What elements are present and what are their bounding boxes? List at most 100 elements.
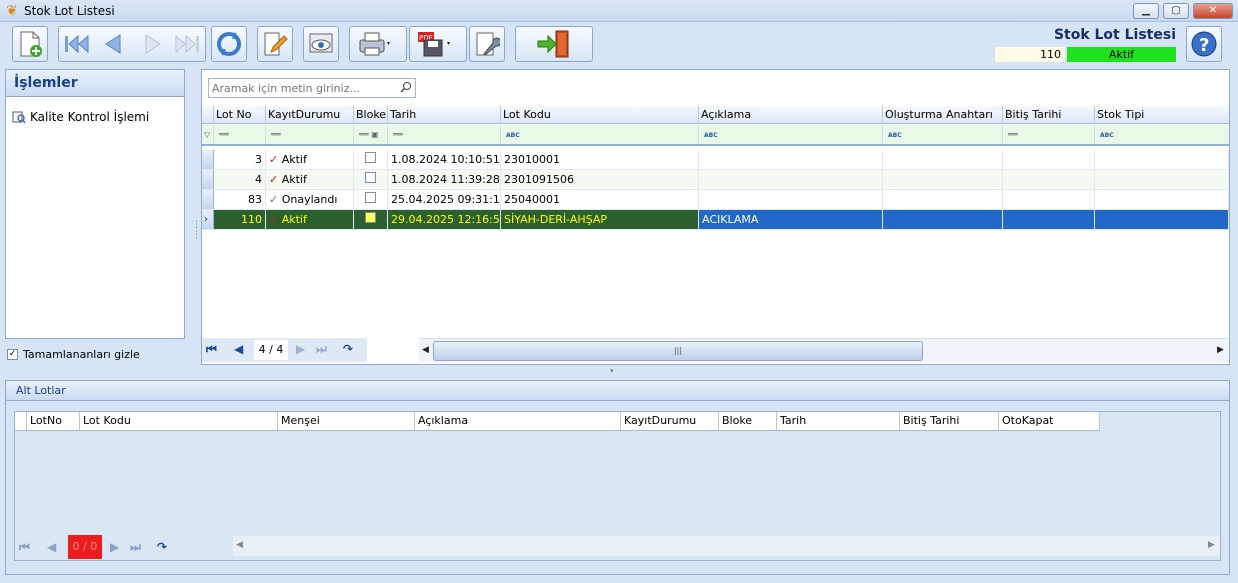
last-record-icon[interactable]: ⏭ [316, 342, 327, 357]
table-row-selected[interactable]: › 110 ✓ Aktif 29.04.2025 12:16:59 SİYAH-… [202, 210, 1229, 230]
refresh-icon [217, 32, 241, 56]
col-mensei[interactable]: Menşei [278, 412, 415, 430]
previous-record-icon[interactable] [100, 32, 126, 59]
search-icon[interactable] [400, 81, 412, 96]
new-document-icon [20, 31, 42, 57]
cell-stok-tipi [1095, 150, 1229, 169]
cell-tarih: 25.04.2025 09:31:13 [388, 190, 501, 209]
cell-stok-tipi [1095, 190, 1229, 209]
cell-bloke [354, 170, 388, 189]
grid-navigator: ⏮ ◀ 4 / 4 ▶ ⏭ ↷ [202, 338, 367, 362]
first-record-icon[interactable]: ⏮ [206, 342, 217, 357]
scroll-thumb[interactable]: ||| [433, 341, 923, 361]
row-selector[interactable] [202, 170, 214, 189]
filter-equals-icon[interactable]: ══ [388, 125, 501, 144]
scroll-left-icon[interactable]: ◀ [236, 540, 243, 550]
col-aciklama[interactable]: Açıklama [415, 412, 621, 430]
minimize-button[interactable]: ▁ [1133, 3, 1159, 19]
filter-text-icon[interactable]: ABC [1095, 125, 1229, 144]
previous-record-icon[interactable]: ◀ [234, 342, 243, 356]
title-bar: ❦ Stok Lot Listesi ▁ ▢ ✕ [0, 0, 1238, 22]
maximize-button[interactable]: ▢ [1163, 3, 1189, 19]
col-bitis-tarihi[interactable]: Bitiş Tarihi [900, 412, 999, 430]
col-kayit-durumu[interactable]: KayıtDurumu [621, 412, 719, 430]
col-tarih[interactable]: Tarih [777, 412, 900, 430]
first-record-icon[interactable] [62, 32, 92, 59]
new-record-button[interactable] [12, 26, 48, 62]
refresh-button[interactable] [211, 26, 247, 62]
first-record-icon[interactable]: ⏮ [19, 540, 30, 555]
filter-equals-icon[interactable]: ══ [266, 125, 354, 144]
next-record-icon[interactable] [140, 32, 166, 59]
svg-text:?: ? [1199, 35, 1209, 56]
bloke-checkbox[interactable] [365, 172, 376, 183]
current-row-indicator-icon[interactable]: › [202, 210, 214, 229]
last-record-icon[interactable] [172, 32, 202, 59]
help-button[interactable]: ? [1186, 26, 1222, 62]
exit-door-icon [537, 30, 569, 58]
filter-equals-icon[interactable]: ══ [214, 125, 266, 144]
col-stok-tipi[interactable]: Stok Tipi [1095, 106, 1229, 124]
search-input[interactable] [209, 79, 389, 97]
exit-button[interactable] [515, 26, 593, 62]
previous-record-icon[interactable]: ◀ [47, 540, 56, 554]
header-title: Stok Lot Listesi [1053, 27, 1176, 43]
row-selector[interactable] [202, 190, 214, 209]
filter-equals-icon[interactable]: ══ [1003, 125, 1095, 144]
col-otokapat[interactable]: OtoKapat [999, 412, 1100, 430]
filter-text-icon[interactable]: ABC [883, 125, 1003, 144]
hide-completed-toggle[interactable]: ✓ Tamamlananları gizle [7, 348, 140, 361]
cell-tarih: 1.08.2024 10:10:51 [388, 150, 501, 169]
horizontal-scrollbar[interactable]: ◀ ||| ▶ [419, 338, 1229, 362]
col-lot-kodu[interactable]: Lot Kodu [501, 106, 699, 124]
horizontal-splitter[interactable]: ▾ [610, 367, 614, 375]
status-text: Onaylandı [281, 193, 338, 206]
col-olusturma-anahtari[interactable]: Oluşturma Anahtarı [883, 106, 1003, 124]
row-selector[interactable] [202, 150, 214, 169]
scroll-left-icon[interactable]: ◀ [422, 345, 429, 355]
last-record-icon[interactable]: ⏭ [130, 540, 141, 555]
cell-bitis-tarihi [1003, 170, 1095, 189]
col-bitis-tarihi[interactable]: Bitiş Tarihi [1003, 106, 1095, 124]
wrench-icon [476, 32, 500, 56]
bloke-checkbox[interactable] [365, 212, 376, 223]
print-button[interactable] [349, 26, 407, 62]
refresh-icon[interactable]: ↷ [157, 540, 167, 554]
scroll-right-icon[interactable]: ▶ [1217, 345, 1224, 355]
col-lot-no[interactable]: Lot No [214, 106, 266, 124]
col-bloke[interactable]: Bloke [719, 412, 777, 430]
table-row[interactable]: 3 ✓ Aktif 1.08.2024 10:10:51 23010001 [202, 150, 1229, 170]
filter-equals-icon[interactable]: ══ ▣ [354, 125, 388, 144]
filter-text-icon[interactable]: ABC [501, 125, 699, 144]
filter-text-icon[interactable]: ABC [699, 125, 883, 144]
cell-status: ✓ Aktif [266, 150, 354, 169]
col-tarih[interactable]: Tarih [388, 106, 501, 124]
close-button[interactable]: ✕ [1193, 3, 1233, 19]
search-box[interactable] [208, 78, 416, 98]
preview-button[interactable] [303, 26, 339, 62]
col-lotno[interactable]: LotNo [27, 412, 80, 430]
filter-funnel-icon[interactable]: ▽ [202, 125, 214, 144]
next-record-icon[interactable]: ▶ [296, 342, 305, 356]
scroll-right-icon[interactable]: ▶ [1208, 540, 1215, 550]
table-row[interactable]: 4 ✓ Aktif 1.08.2024 11:39:28 2301091506 [202, 170, 1229, 190]
col-status[interactable]: KayıtDurumu [266, 106, 354, 124]
hide-completed-checkbox[interactable]: ✓ [7, 349, 18, 360]
refresh-icon[interactable]: ↷ [343, 342, 353, 356]
bloke-checkbox[interactable] [365, 192, 376, 203]
cell-lot-kodu: SİYAH-DERİ-AHŞAP [501, 210, 699, 229]
col-bloke[interactable]: Bloke [354, 106, 388, 124]
bloke-checkbox[interactable] [365, 152, 376, 163]
next-record-icon[interactable]: ▶ [110, 540, 119, 554]
col-aciklama[interactable]: Açıklama [699, 106, 883, 124]
col-lot-kodu[interactable]: Lot Kodu [80, 412, 278, 430]
export-pdf-button[interactable]: PDF [409, 26, 467, 62]
sub-lots-horizontal-scrollbar[interactable]: ◀ ▶ [233, 536, 1220, 556]
header-status-badge: Aktif [1067, 47, 1176, 62]
tools-button[interactable] [469, 26, 505, 62]
edit-button[interactable] [257, 26, 293, 62]
quality-control-item[interactable]: Kalite Kontrol İşlemi [12, 110, 149, 124]
table-row[interactable]: 83 ✓ Onaylandı 25.04.2025 09:31:13 25040… [202, 190, 1229, 210]
vertical-splitter[interactable]: ⋮ ⋮ [192, 220, 201, 240]
cell-lot-kodu: 2301091506 [501, 170, 699, 189]
